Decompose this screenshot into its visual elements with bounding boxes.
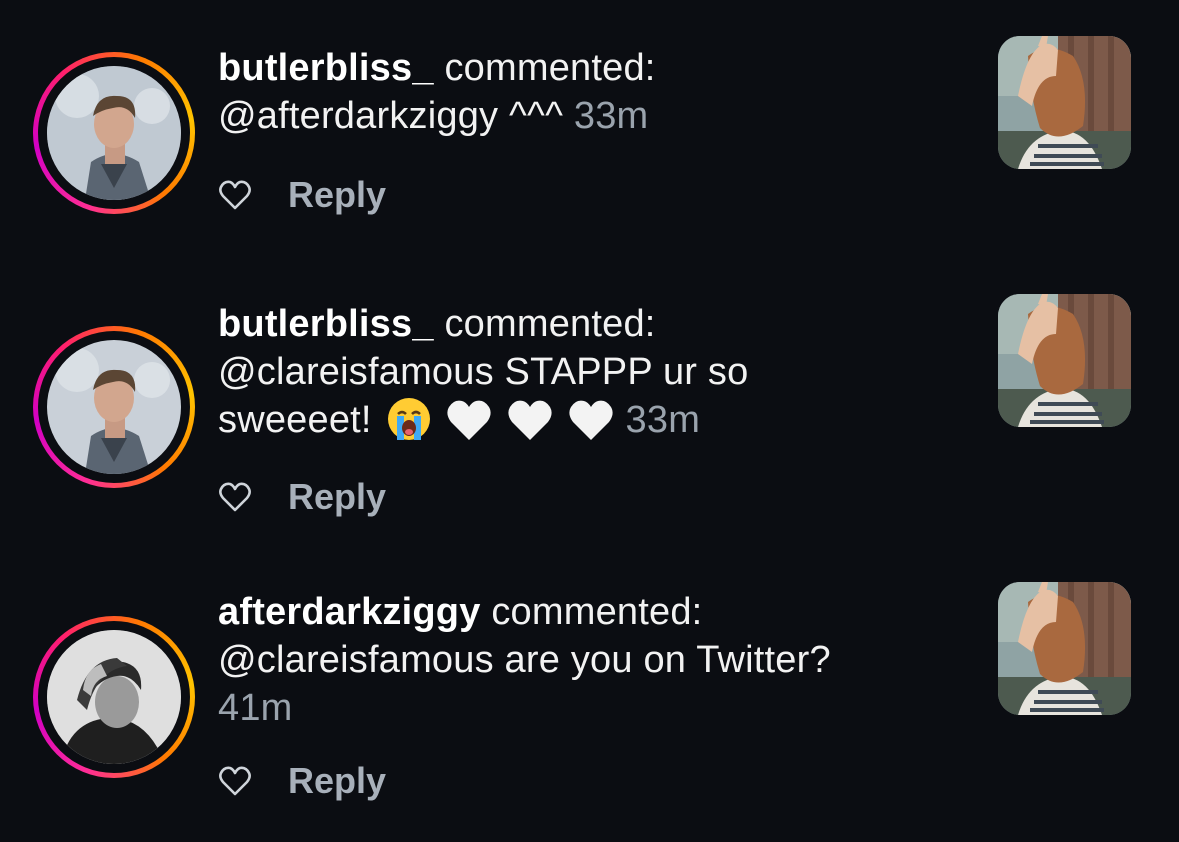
avatar[interactable] (47, 66, 181, 200)
actions-row: Reply (218, 476, 386, 518)
avatar[interactable] (47, 630, 181, 764)
timestamp: 33m (573, 95, 649, 137)
reply-button[interactable]: Reply (288, 476, 386, 518)
emoji-row (382, 398, 625, 441)
timestamp: 41m (218, 687, 293, 729)
white-heart-icon (506, 398, 554, 454)
comment-body: @afterdarkziggy ^^^ (218, 95, 564, 137)
reply-button[interactable]: Reply (288, 760, 386, 802)
white-heart-icon (567, 398, 615, 454)
avatar[interactable] (47, 340, 181, 474)
comment-text: afterdarkziggy commented: @clareisfamous… (218, 588, 858, 732)
timestamp: 33m (625, 399, 701, 441)
action-label: commented: (444, 47, 656, 89)
white-heart-icon (445, 398, 493, 454)
loudly-crying-face-icon (386, 396, 432, 454)
action-label: commented: (491, 591, 703, 633)
comment-text: butlerbliss_ commented: @clareisfamous S… (218, 300, 858, 454)
action-label: commented: (444, 303, 656, 345)
comment-body: @clareisfamous are you on Twitter? (218, 639, 831, 681)
post-thumbnail[interactable] (998, 36, 1131, 169)
heart-outline-icon[interactable] (218, 481, 252, 513)
actions-row: Reply (218, 174, 386, 216)
post-thumbnail[interactable] (998, 294, 1131, 427)
username[interactable]: afterdarkziggy (218, 591, 481, 633)
post-thumbnail[interactable] (998, 582, 1131, 715)
heart-outline-icon[interactable] (218, 765, 252, 797)
comment-text: butlerbliss_ commented: @afterdarkziggy … (218, 44, 858, 140)
actions-row: Reply (218, 760, 386, 802)
reply-button[interactable]: Reply (288, 174, 386, 216)
story-ring[interactable] (33, 52, 195, 214)
story-ring[interactable] (33, 326, 195, 488)
story-ring[interactable] (33, 616, 195, 778)
username[interactable]: butlerbliss_ (218, 47, 434, 89)
heart-outline-icon[interactable] (218, 179, 252, 211)
username[interactable]: butlerbliss_ (218, 303, 434, 345)
